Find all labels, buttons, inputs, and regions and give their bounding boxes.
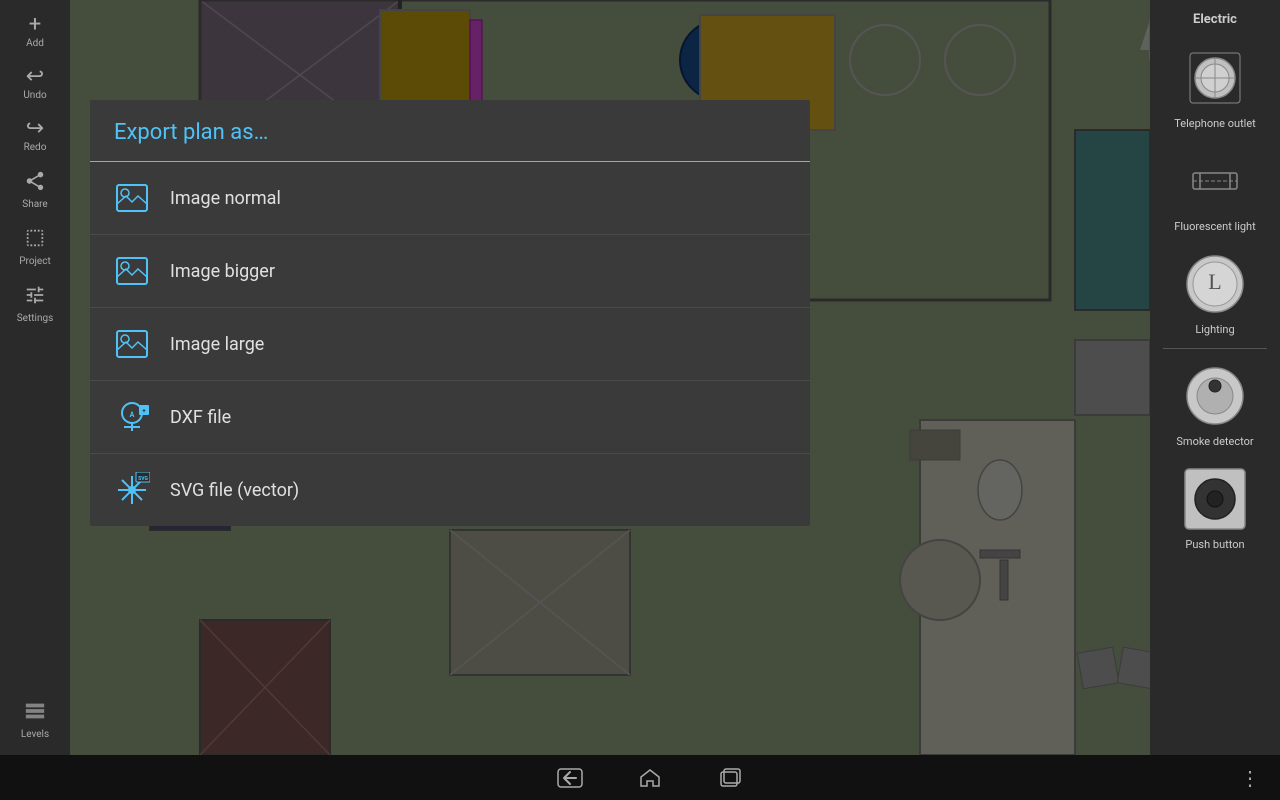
lighting-label: Lighting xyxy=(1195,323,1234,336)
settings-icon xyxy=(24,284,46,311)
fluorescent-light-label: Fluorescent light xyxy=(1174,220,1255,233)
smoke-detector-label: Smoke detector xyxy=(1176,435,1253,448)
export-dxf-label: DXF file xyxy=(170,407,231,428)
sidebar-item-push-button[interactable]: Push button xyxy=(1160,460,1270,555)
push-button-icon xyxy=(1180,464,1250,534)
smoke-detector-icon xyxy=(1180,361,1250,431)
sidebar-separator xyxy=(1163,348,1267,349)
sidebar-levels-label: Levels xyxy=(21,729,49,741)
export-dxf-file[interactable]: A + DXF file xyxy=(90,381,810,454)
telephone-outlet-label: Telephone outlet xyxy=(1174,117,1256,130)
image-bigger-icon xyxy=(114,253,150,289)
dxf-icon: A + xyxy=(114,399,150,435)
image-large-icon xyxy=(114,326,150,362)
recent-apps-button[interactable] xyxy=(710,758,750,798)
export-image-large-label: Image large xyxy=(170,334,264,355)
svg-icon: SVG xyxy=(114,472,150,508)
telephone-outlet-icon xyxy=(1180,43,1250,113)
sidebar-item-undo[interactable]: ↩ Undo xyxy=(5,60,65,108)
push-button-label: Push button xyxy=(1185,538,1244,551)
svg-text:A: A xyxy=(130,411,135,419)
export-svg-label: SVG file (vector) xyxy=(170,480,299,501)
more-options-button[interactable]: ⋮ xyxy=(1240,766,1260,790)
right-sidebar: Electric Telephone outlet Fluorescent li… xyxy=(1150,0,1280,755)
home-button[interactable] xyxy=(630,758,670,798)
electric-section-title: Electric xyxy=(1150,8,1280,31)
export-image-normal-label: Image normal xyxy=(170,188,281,209)
export-dialog-title: Export plan as… xyxy=(90,100,810,162)
redo-icon: ↪ xyxy=(26,118,44,140)
share-icon xyxy=(24,170,46,197)
export-image-normal[interactable]: Image normal xyxy=(90,162,810,235)
export-image-bigger-label: Image bigger xyxy=(170,261,275,282)
image-normal-icon xyxy=(114,180,150,216)
sidebar-add-label: Add xyxy=(26,38,44,50)
bottom-bar: ⋮ xyxy=(0,755,1280,800)
export-svg-file[interactable]: SVG SVG file (vector) xyxy=(90,454,810,526)
sidebar-item-fluorescent-light[interactable]: Fluorescent light xyxy=(1160,142,1270,237)
svg-text:SVG: SVG xyxy=(138,476,148,482)
sidebar-redo-label: Redo xyxy=(24,142,47,154)
sidebar-item-levels[interactable]: Levels xyxy=(5,694,65,747)
export-image-bigger[interactable]: Image bigger xyxy=(90,235,810,308)
lighting-icon: L xyxy=(1180,249,1250,319)
sidebar-item-lighting[interactable]: L Lighting xyxy=(1160,245,1270,340)
project-icon xyxy=(24,227,46,254)
levels-icon xyxy=(24,700,46,727)
sidebar-item-telephone-outlet[interactable]: Telephone outlet xyxy=(1160,39,1270,134)
sidebar-item-smoke-detector[interactable]: Smoke detector xyxy=(1160,357,1270,452)
sidebar-item-project[interactable]: Project xyxy=(5,221,65,274)
fluorescent-light-icon xyxy=(1180,146,1250,216)
bottom-nav-group xyxy=(60,758,1240,798)
sidebar-item-share[interactable]: Share xyxy=(5,164,65,217)
svg-text:L: L xyxy=(1208,269,1221,294)
sidebar-item-add[interactable]: + Add xyxy=(5,8,65,56)
sidebar-settings-label: Settings xyxy=(17,313,54,325)
undo-icon: ↩ xyxy=(26,66,44,88)
sidebar-item-settings[interactable]: Settings xyxy=(5,278,65,331)
add-icon: + xyxy=(29,14,41,36)
sidebar-share-label: Share xyxy=(22,199,47,211)
dialog-overlay[interactable]: Export plan as… Image normal Image bi xyxy=(70,0,1150,755)
sidebar-undo-label: Undo xyxy=(23,90,46,102)
export-dialog: Export plan as… Image normal Image bi xyxy=(90,100,810,526)
left-sidebar: + Add ↩ Undo ↪ Redo Share Project Setti xyxy=(0,0,70,755)
back-button[interactable] xyxy=(550,758,590,798)
sidebar-project-label: Project xyxy=(19,256,51,268)
export-image-large[interactable]: Image large xyxy=(90,308,810,381)
sidebar-item-redo[interactable]: ↪ Redo xyxy=(5,112,65,160)
